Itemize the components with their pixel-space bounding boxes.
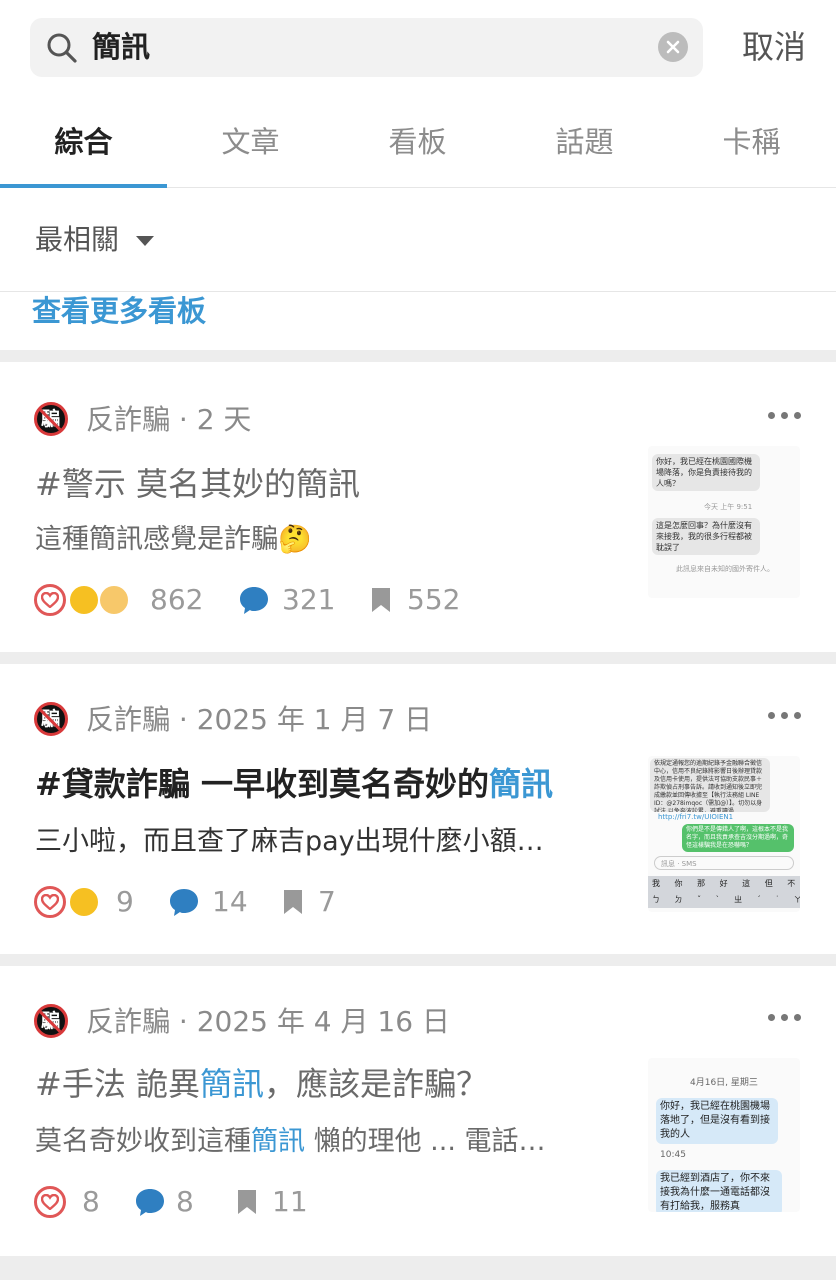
post-thumbnail[interactable]: 依規定通報您的逾期紀錄予金融聯合徵信中心，信用不良紀錄將影響日後辦理貸款及信用卡…: [648, 756, 800, 912]
more-boards-link[interactable]: 查看更多看板: [32, 290, 206, 332]
board-avatar: 騙: [34, 702, 68, 736]
post-card[interactable]: 騙 反詐騙 · 2 天 #警示 莫名其妙的簡訊 這種簡訊感覺是詐騙🤔 862 3…: [0, 362, 836, 652]
post-time: 2 天: [196, 403, 252, 436]
board-avatar: 騙: [34, 402, 68, 436]
comment-count: 14: [212, 885, 248, 918]
more-options-icon[interactable]: [768, 710, 802, 720]
tab-topics[interactable]: 話題: [501, 122, 668, 162]
sad-emoji-icon: [98, 584, 130, 616]
comment-icon[interactable]: [238, 584, 270, 616]
tab-persona[interactable]: 卡稱: [668, 122, 835, 162]
tab-overview[interactable]: 綜合: [0, 122, 167, 162]
post-meta: 反詐騙 · 2025 年 4 月 16 日: [86, 1005, 450, 1038]
like-count: 862: [150, 583, 204, 616]
more-options-icon[interactable]: [768, 410, 802, 420]
laugh-emoji-icon: [68, 584, 100, 616]
comment-icon[interactable]: [168, 886, 200, 918]
board-name[interactable]: 反詐騙: [86, 703, 170, 736]
tab-articles[interactable]: 文章: [167, 122, 334, 162]
post-thumbnail[interactable]: 4月16日, 星期三 你好，我已經在桃園機場落地了，但是沒有看到接我的人 10:…: [648, 1058, 800, 1212]
post-meta: 反詐騙 · 2 天: [86, 403, 252, 436]
like-count: 9: [116, 885, 134, 918]
heart-icon[interactable]: [34, 584, 66, 616]
search-bar[interactable]: 簡訊: [30, 18, 703, 77]
bookmark-count: 11: [272, 1185, 308, 1218]
bookmark-count: 7: [318, 885, 336, 918]
heart-icon[interactable]: [34, 1186, 66, 1218]
bookmark-count: 552: [407, 583, 461, 616]
comment-count: 321: [282, 583, 336, 616]
post-title[interactable]: #貸款詐騙 一早收到莫名奇妙的簡訊: [35, 762, 553, 806]
comment-icon[interactable]: [134, 1186, 166, 1218]
board-name[interactable]: 反詐騙: [86, 1005, 170, 1038]
tab-boards[interactable]: 看板: [334, 122, 501, 162]
heart-icon[interactable]: [34, 886, 66, 918]
laugh-emoji-icon: [68, 886, 100, 918]
sort-dropdown[interactable]: 最相關: [35, 220, 119, 260]
comment-count: 8: [176, 1185, 194, 1218]
caret-down-icon[interactable]: [136, 236, 154, 246]
post-time: 2025 年 1 月 7 日: [196, 703, 433, 736]
section-gap: [0, 652, 836, 664]
section-gap: [0, 1256, 836, 1280]
post-title[interactable]: #手法 詭異簡訊，應該是詐騙？: [35, 1062, 488, 1106]
bookmark-icon[interactable]: [370, 586, 392, 614]
post-snippet: 這種簡訊感覺是詐騙🤔: [35, 524, 312, 555]
board-avatar: 騙: [34, 1004, 68, 1038]
more-options-icon[interactable]: [768, 1012, 802, 1022]
section-gap: [0, 350, 836, 362]
search-tabs: 綜合 文章 看板 話題 卡稱: [0, 96, 836, 188]
search-icon: [47, 33, 77, 63]
post-card[interactable]: 騙 反詐騙 · 2025 年 1 月 7 日 #貸款詐騙 一早收到莫名奇妙的簡訊…: [0, 664, 836, 954]
post-meta: 反詐騙 · 2025 年 1 月 7 日: [86, 703, 433, 736]
post-snippet: 莫名奇妙收到這種簡訊 懶的理他 ... 電話…: [35, 1126, 546, 1157]
active-tab-indicator: [0, 184, 167, 188]
post-thumbnail[interactable]: 你好，我已經在桃園國際機場降落，你是負責接待我的人嗎？ 今天 上午 9:51 這…: [648, 446, 800, 598]
like-count: 8: [82, 1185, 100, 1218]
cancel-button[interactable]: 取消: [742, 24, 806, 70]
board-name[interactable]: 反詐騙: [86, 403, 170, 436]
post-card[interactable]: 騙 反詐騙 · 2025 年 4 月 16 日 #手法 詭異簡訊，應該是詐騙？ …: [0, 966, 836, 1256]
post-title[interactable]: #警示 莫名其妙的簡訊: [35, 462, 360, 506]
search-input[interactable]: 簡訊: [92, 26, 150, 68]
clear-search-icon[interactable]: [658, 32, 688, 62]
bookmark-icon[interactable]: [236, 1188, 258, 1216]
section-gap: [0, 954, 836, 966]
bookmark-icon[interactable]: [282, 888, 304, 916]
post-time: 2025 年 4 月 16 日: [196, 1005, 450, 1038]
post-snippet: 三小啦，而且查了麻吉pay出現什麼小額…: [35, 826, 544, 857]
